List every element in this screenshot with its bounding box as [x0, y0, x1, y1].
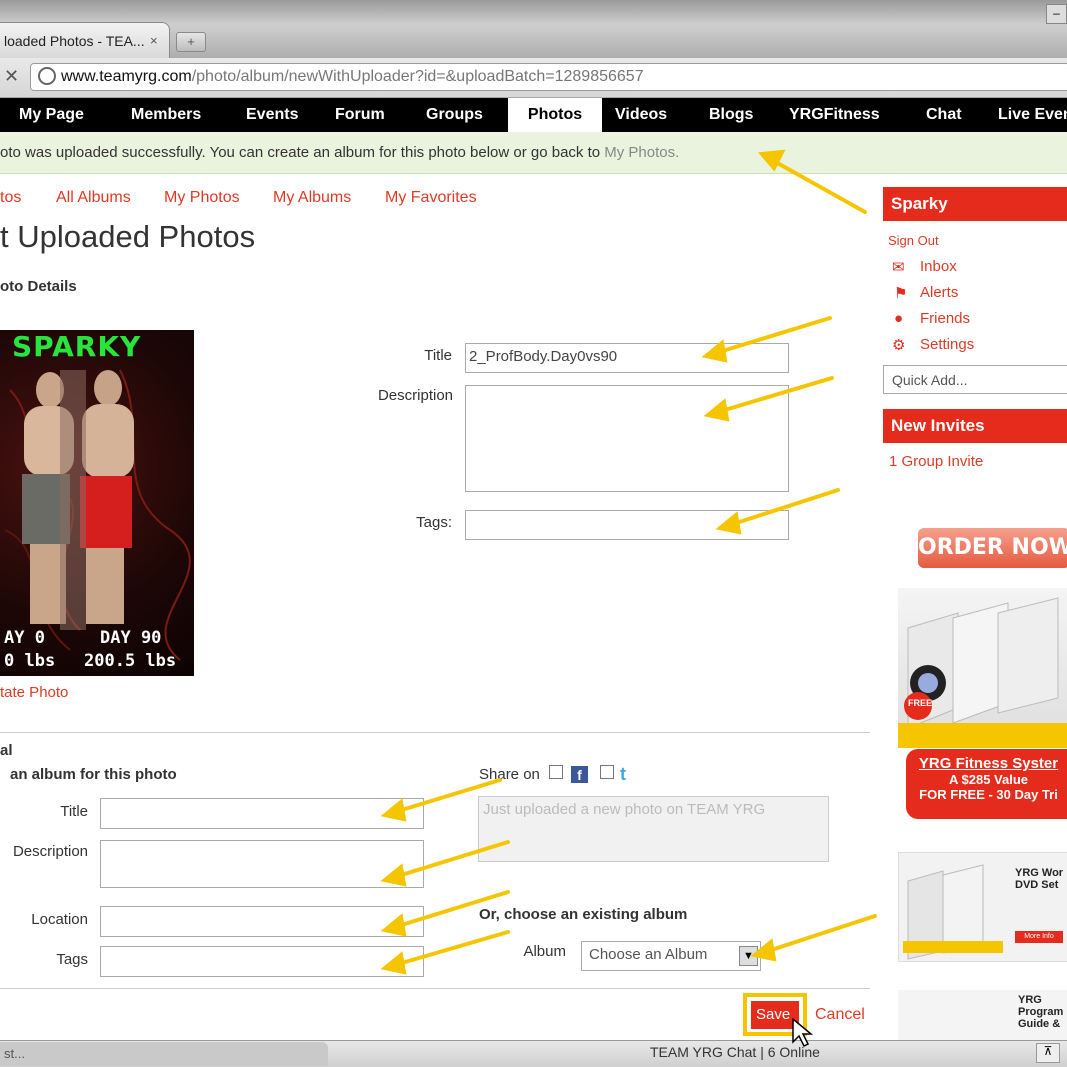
mouse-cursor-icon — [792, 1018, 814, 1048]
status-text: st... — [0, 1042, 328, 1066]
annotation-arrows — [380, 149, 877, 975]
chat-expand-button[interactable]: ⊼ — [1036, 1043, 1060, 1063]
